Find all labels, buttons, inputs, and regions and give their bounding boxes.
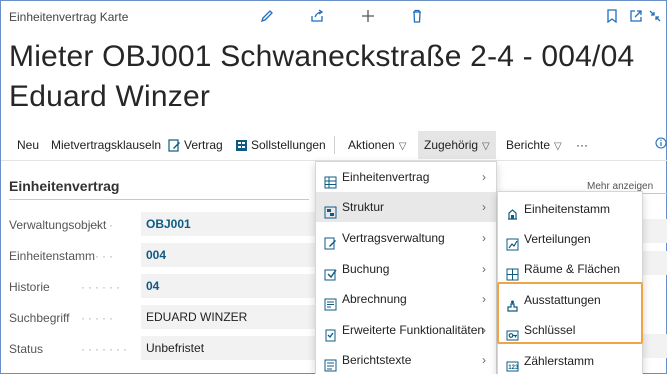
menu-item-label: Erweiterte Funktionalitäten [342, 323, 485, 337]
reports-menu[interactable]: Berichte ▽ [506, 137, 562, 155]
field-dots: ····· [81, 249, 116, 263]
field-dots: ····· [81, 311, 116, 325]
actions-menu[interactable]: Aktionen ▽ [348, 137, 406, 155]
target-postings-action[interactable]: Sollstellungen [235, 137, 326, 156]
action-bar: Neu Mietvertragsklauseln Vertrag Sollste… [1, 129, 667, 161]
submenu-item-verteilungen[interactable]: Verteilungen [498, 224, 642, 254]
menu-item-label: Abrechnung [342, 292, 407, 306]
contract-edit-icon [168, 139, 181, 156]
meter-icon: 123 [506, 354, 519, 374]
menu-item-erweiterte-funktionalitaeten[interactable]: Erweiterte Funktionalitäten › [316, 315, 496, 345]
field-value-historie[interactable]: 04 [141, 274, 316, 298]
contract-action-label: Vertrag [184, 138, 223, 152]
submenu-item-label: Schlüssel [524, 323, 576, 337]
calculator-icon [235, 139, 248, 156]
new-icon[interactable] [360, 9, 376, 25]
lease-clauses-action[interactable]: Mietvertragsklauseln [51, 137, 161, 153]
menu-item-buchung[interactable]: Buchung › [316, 254, 496, 284]
info-icon[interactable] [655, 137, 667, 153]
submenu-item-zaehlerstamm[interactable]: 123 Zählerstamm [498, 346, 642, 374]
chevron-down-icon: ▽ [554, 141, 562, 152]
menu-item-label: Buchung [342, 262, 390, 276]
delete-icon[interactable] [409, 9, 425, 25]
edit-icon[interactable] [259, 9, 275, 25]
menu-item-berichtstexte[interactable]: Berichtstexte › [316, 345, 496, 374]
card-page: Einheitenvertrag Karte Mieter OBJ001 Sch… [0, 0, 667, 374]
chevron-down-icon: ▽ [398, 141, 407, 152]
field-value-suchbegriff[interactable]: EDUARD WINZER [141, 305, 316, 329]
submenu-item-schluessel[interactable]: Schlüssel [498, 315, 642, 345]
menu-item-abrechnung[interactable]: Abrechnung › [316, 284, 496, 314]
structure-submenu: Einheitenstamm Verteilungen Räume & Fläc… [497, 191, 643, 374]
field-value-status[interactable]: Unbefristet [141, 336, 316, 360]
chevron-right-icon: › [482, 353, 486, 367]
chevron-right-icon: › [482, 262, 486, 276]
menu-item-struktur[interactable]: Struktur › [316, 192, 496, 222]
actions-menu-label: Aktionen [348, 138, 395, 152]
bookmark-icon[interactable] [604, 9, 620, 25]
action-separator [334, 136, 335, 154]
menu-item-label: Einheitenvertrag [342, 170, 430, 184]
submenu-item-raeume-flaechen[interactable]: Räume & Flächen [498, 254, 642, 284]
chevron-right-icon: › [482, 231, 486, 245]
field-dots: ······· [81, 342, 130, 356]
report-text-icon [324, 353, 337, 374]
page-title: Mieter OBJ001 Schwaneckstraße 2-4 - 004/… [9, 37, 634, 117]
menu-item-label: Struktur [342, 200, 385, 214]
reports-menu-label: Berichte [506, 138, 551, 152]
field-background [643, 251, 667, 275]
submenu-item-label: Zählerstamm [524, 354, 595, 368]
related-menu-label: Zugehörig [424, 138, 479, 152]
page-title-line2: Eduard Winzer [9, 80, 211, 113]
submenu-item-ausstattungen[interactable]: Ausstattungen [498, 285, 642, 315]
field-value-einheitenstamm[interactable]: 004 [141, 243, 316, 267]
menu-item-label: Berichtstexte [342, 353, 412, 367]
submenu-item-label: Räume & Flächen [524, 262, 621, 276]
open-new-window-icon[interactable] [628, 9, 644, 25]
field-label-suchbegriff: Suchbegriff [9, 311, 70, 325]
svg-text:123: 123 [508, 365, 519, 371]
menu-item-vertragsverwaltung[interactable]: Vertragsverwaltung › [316, 223, 496, 253]
field-label-status: Status [9, 342, 44, 356]
share-icon[interactable] [309, 9, 325, 25]
collapse-icon[interactable] [647, 9, 663, 25]
field-dots: ····· [81, 218, 116, 232]
page-title-line1: Mieter OBJ001 Schwaneckstraße 2-4 - 004/… [9, 40, 635, 73]
chevron-right-icon: › [482, 200, 486, 214]
chevron-right-icon: › [482, 170, 486, 184]
submenu-item-label: Ausstattungen [524, 293, 601, 307]
more-options-button[interactable]: ··· [576, 137, 588, 153]
top-bar: Einheitenvertrag Karte [9, 9, 661, 25]
page-type-caption: Einheitenvertrag Karte [9, 10, 129, 24]
target-postings-label: Sollstellungen [251, 138, 326, 152]
related-dropdown-menu: Einheitenvertrag › Struktur › Vertragsve… [315, 161, 497, 374]
chevron-right-icon: › [482, 323, 486, 337]
submenu-item-label: Verteilungen [524, 232, 591, 246]
field-label-historie: Historie [9, 280, 50, 294]
field-background [643, 334, 667, 358]
field-value-verwaltungsobjekt[interactable]: OBJ001 [141, 212, 316, 236]
chevron-down-icon: ▽ [482, 141, 490, 152]
related-menu[interactable]: Zugehörig ▽ [418, 131, 496, 159]
submenu-item-label: Einheitenstamm [524, 202, 611, 216]
new-action[interactable]: Neu [17, 137, 39, 153]
menu-item-einheitenvertrag[interactable]: Einheitenvertrag › [316, 162, 496, 192]
section-title[interactable]: Einheitenvertrag [9, 178, 119, 194]
contract-action[interactable]: Vertrag [168, 137, 223, 156]
menu-item-label: Vertragsverwaltung [342, 231, 445, 245]
field-dots: ······ [81, 280, 123, 294]
submenu-item-einheitenstamm[interactable]: Einheitenstamm [498, 194, 642, 224]
section-divider [9, 199, 309, 200]
chevron-right-icon: › [482, 292, 486, 306]
field-background [643, 219, 667, 243]
